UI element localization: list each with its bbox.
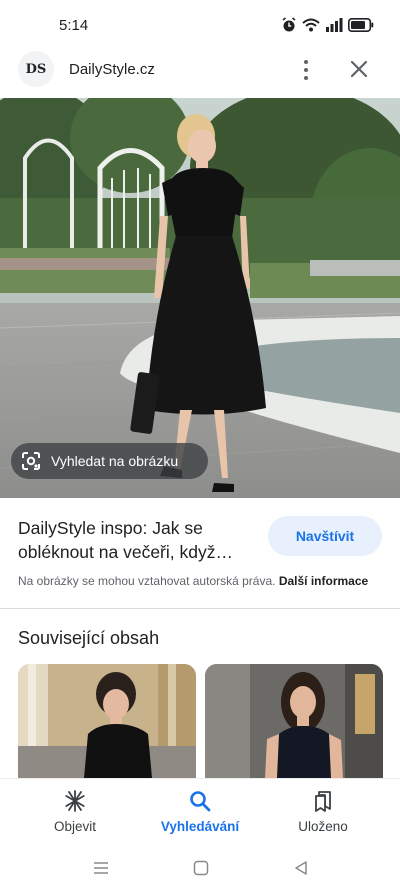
site-favicon[interactable]: DS xyxy=(18,51,54,87)
system-navigation xyxy=(0,850,400,889)
alarm-icon xyxy=(281,17,297,38)
search-icon xyxy=(190,791,211,812)
related-thumbnail[interactable] xyxy=(205,664,383,778)
copyright-text: Na obrázky se mohou vztahovat autorská p… xyxy=(18,574,276,588)
nav-label: Vyhledávání xyxy=(160,819,240,834)
nav-ulozeno[interactable]: Uloženo xyxy=(268,787,378,834)
site-name[interactable]: DailyStyle.cz xyxy=(69,61,155,78)
back-icon xyxy=(295,861,307,875)
copyright-notice: Na obrázky se mohou vztahovat autorská p… xyxy=(18,574,368,588)
home-button[interactable] xyxy=(189,856,213,880)
result-title[interactable]: DailyStyle inspo: Jak se obléknout na ve… xyxy=(18,516,263,564)
related-content-heading: Související obsah xyxy=(18,628,160,648)
recents-button[interactable] xyxy=(89,856,113,880)
google-lens-icon xyxy=(22,452,40,470)
wifi-icon xyxy=(302,18,320,37)
divider xyxy=(0,608,400,609)
lens-chip-label: Vyhledat na obrázku xyxy=(51,453,179,469)
main-image[interactable]: Vyhledat na obrázku xyxy=(0,98,400,498)
back-button[interactable] xyxy=(289,856,313,880)
status-time: 5:14 xyxy=(59,17,89,34)
visit-button[interactable]: Navštívit xyxy=(268,516,382,556)
nav-vyhledavani[interactable]: Vyhledávání xyxy=(145,787,255,834)
recents-icon xyxy=(94,862,108,874)
signal-icon xyxy=(325,18,343,37)
more-options-button[interactable] xyxy=(294,56,318,84)
close-button[interactable] xyxy=(346,56,372,82)
more-info-link[interactable]: Další informace xyxy=(279,574,368,588)
asterisk-icon xyxy=(65,790,85,812)
nav-objevit[interactable]: Objevit xyxy=(20,787,130,834)
home-icon xyxy=(193,860,209,876)
lens-search-chip[interactable]: Vyhledat na obrázku xyxy=(11,443,208,479)
bottom-navigation: Objevit Vyhledávání Uloženo xyxy=(0,778,400,850)
related-thumbnail[interactable] xyxy=(18,664,196,778)
battery-icon xyxy=(348,18,374,37)
nav-label: Objevit xyxy=(53,819,97,834)
viewer-header: DS DailyStyle.cz xyxy=(0,48,400,92)
collections-icon xyxy=(315,791,331,812)
status-bar: 5:14 xyxy=(0,0,400,52)
status-icons xyxy=(281,17,374,38)
close-icon xyxy=(350,60,368,78)
more-vert-icon xyxy=(304,60,308,64)
nav-label: Uloženo xyxy=(298,819,348,834)
woman-black-dress-photo xyxy=(0,98,400,498)
